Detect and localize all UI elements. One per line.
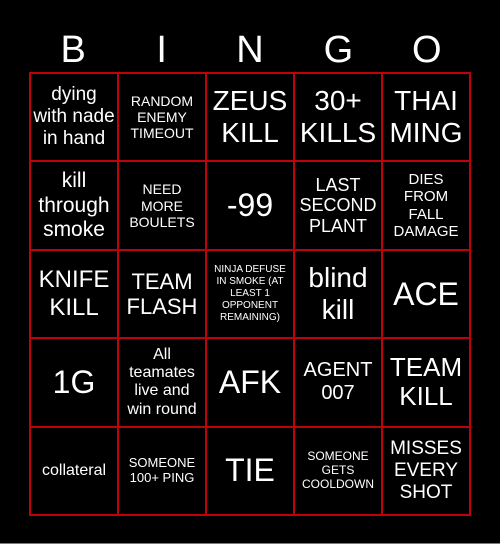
bingo-cell[interactable]: SOMEONE GETS COOLDOWN — [294, 426, 382, 515]
header-letter-o: O — [412, 29, 442, 71]
bingo-cell[interactable]: TIE — [206, 426, 294, 515]
header-letter-g: G — [323, 29, 354, 71]
bingo-cell[interactable]: ZEUS KILL — [206, 73, 294, 162]
bingo-cell[interactable]: DIES FROM FALL DAMAGE — [382, 161, 470, 250]
bingo-cell[interactable]: dying with nade in hand — [30, 73, 118, 162]
bingo-cell[interactable]: THAI MING — [382, 73, 470, 162]
bingo-cell[interactable]: KNIFE KILL — [30, 249, 118, 339]
header-letter-b: B — [60, 29, 86, 71]
bingo-cell[interactable]: -99 — [206, 161, 294, 250]
bingo-cell[interactable]: AGENT 007 — [294, 338, 382, 427]
bingo-cell[interactable]: 1G — [30, 338, 118, 427]
bingo-cell[interactable]: LAST SECOND PLANT — [294, 161, 382, 250]
bingo-cell[interactable]: AFK — [206, 338, 294, 427]
header-letter-n: N — [236, 29, 264, 71]
bingo-cell[interactable]: kill through smoke — [30, 161, 118, 250]
bingo-header: B I N G O — [29, 28, 471, 72]
bingo-card: dying with nade in hand RANDOM ENEMY TIM… — [29, 72, 471, 516]
bingo-cell[interactable]: TEAM KILL — [382, 338, 470, 427]
bingo-cell[interactable]: RANDOM ENEMY TIMEOUT — [118, 73, 206, 162]
bingo-cell[interactable]: NEED MORE BOULETS — [118, 161, 206, 250]
bingo-cell[interactable]: blind kill — [294, 249, 382, 339]
bingo-cell[interactable]: collateral — [30, 426, 118, 515]
bingo-cell[interactable]: All teamates live and win round — [118, 338, 206, 427]
bingo-cell[interactable]: ACE — [382, 249, 470, 339]
bingo-cell[interactable]: 30+ KILLS — [294, 73, 382, 162]
header-letter-i: I — [156, 29, 167, 71]
bingo-cell[interactable]: MISSES EVERY SHOT — [382, 426, 470, 515]
bingo-cell[interactable]: TEAM FLASH — [118, 249, 206, 339]
bingo-cell[interactable]: NINJA DEFUSE IN SMOKE (AT LEAST 1 OPPONE… — [206, 249, 294, 339]
bingo-cell[interactable]: SOMEONE 100+ PING — [118, 426, 206, 515]
